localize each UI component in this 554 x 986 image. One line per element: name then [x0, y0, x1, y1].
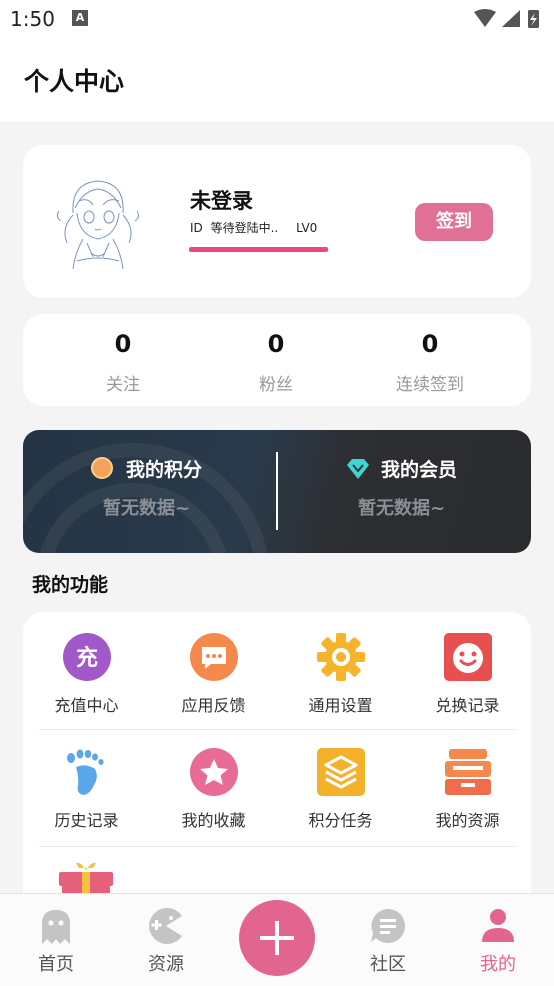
smile-box-icon [443, 633, 492, 681]
membership-value: 暂无数据~ [358, 498, 446, 519]
func-my-favorites[interactable]: 我的收藏 [150, 747, 277, 831]
anime-girl-avatar-icon[interactable] [53, 173, 143, 273]
system-status-icons [474, 9, 539, 28]
func-label: 积分任务 [308, 811, 373, 830]
ghost-icon [42, 910, 70, 944]
chat-icon [371, 908, 406, 943]
stat-checkin-streak[interactable]: 0 连续签到 [350, 330, 510, 395]
publish-plus-button[interactable] [239, 900, 315, 976]
func-general-settings[interactable]: 通用设置 [277, 632, 404, 716]
func-recharge-center[interactable]: 充 充值中心 [23, 632, 150, 716]
func-label: 我的收藏 [181, 811, 246, 830]
footprint-icon [66, 749, 104, 795]
drawer-icon [444, 749, 491, 795]
stat-label: 关注 [106, 375, 140, 395]
coin-icon [91, 457, 113, 479]
stat-fans[interactable]: 0 粉丝 [196, 330, 356, 395]
stats-card: 0 关注 0 粉丝 0 连续签到 [23, 314, 531, 406]
func-app-feedback[interactable]: 应用反馈 [150, 632, 277, 716]
my-points[interactable]: 我的积分 暂无数据~ [23, 430, 277, 553]
feedback-icon [189, 633, 238, 681]
user-icon [482, 909, 514, 942]
profile-card[interactable]: 未登录 ID 等待登陆中.. LV0 签到 [23, 145, 531, 298]
stat-value: 0 [267, 330, 285, 358]
sign-in-button[interactable]: 签到 [415, 203, 493, 241]
wallet-card: 我的积分 暂无数据~ 我的会员 暂无数据~ [23, 430, 531, 553]
page-title: 个人中心 [24, 67, 125, 96]
gear-icon [316, 633, 365, 681]
recharge-icon: 充 [62, 633, 111, 681]
func-label: 我的资源 [435, 811, 500, 830]
tab-mine[interactable]: 我的 [453, 906, 543, 976]
points-value: 暂无数据~ [103, 498, 191, 519]
func-label: 历史记录 [54, 811, 119, 830]
user-id-row: ID 等待登陆中.. LV0 [190, 219, 321, 236]
stat-value: 0 [114, 330, 132, 358]
tab-label: 资源 [148, 954, 184, 975]
membership-title: 我的会员 [381, 459, 458, 481]
layers-icon [316, 748, 365, 796]
functions-section-title: 我的功能 [32, 574, 109, 596]
row-divider [39, 846, 515, 847]
diamond-icon [347, 459, 369, 479]
id-label: ID [190, 221, 203, 235]
tab-label: 社区 [370, 954, 406, 975]
username: 未登录 [190, 189, 253, 213]
plus-icon [260, 921, 294, 955]
func-history[interactable]: 历史记录 [23, 747, 150, 831]
stat-value: 0 [421, 330, 439, 358]
level-badge: LV0 [296, 221, 318, 235]
tab-label: 我的 [480, 954, 516, 975]
level-progress-bar [189, 247, 328, 252]
func-label: 兑换记录 [435, 696, 500, 715]
stat-label: 连续签到 [396, 375, 464, 395]
star-icon [189, 748, 238, 796]
func-points-tasks[interactable]: 积分任务 [277, 747, 404, 831]
tab-resources[interactable]: 资源 [121, 906, 211, 976]
id-value: 等待登陆中.. [210, 221, 279, 235]
tab-home[interactable]: 首页 [11, 906, 101, 976]
gamepad-icon [149, 908, 182, 944]
header-bar: 个人中心 [0, 42, 554, 122]
tab-community[interactable]: 社区 [343, 906, 433, 976]
status-bar: 1:50 A [0, 0, 554, 42]
func-label: 通用设置 [308, 696, 373, 715]
points-title: 我的积分 [126, 459, 203, 481]
row-divider [39, 729, 515, 730]
func-label: 充值中心 [54, 696, 119, 715]
notification-icon: A [72, 10, 88, 26]
func-label: 应用反馈 [181, 696, 246, 715]
status-time: 1:50 [10, 7, 55, 31]
my-membership[interactable]: 我的会员 暂无数据~ [277, 430, 531, 553]
func-exchange-records[interactable]: 兑换记录 [404, 632, 531, 716]
stat-label: 粉丝 [259, 375, 293, 395]
tab-label: 首页 [38, 954, 74, 975]
recharge-glyph: 充 [75, 645, 97, 671]
stat-following[interactable]: 0 关注 [43, 330, 203, 395]
func-my-resources[interactable]: 我的资源 [404, 747, 531, 831]
functions-card: 充 充值中心 应用反馈 通用设置 兑换记录 历史记录 我的收藏 积分任务 我的资… [23, 612, 531, 912]
